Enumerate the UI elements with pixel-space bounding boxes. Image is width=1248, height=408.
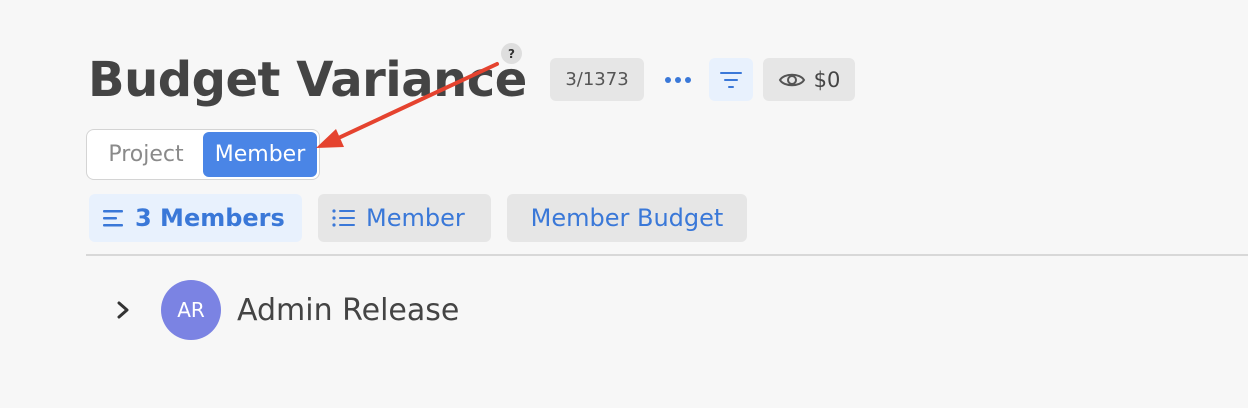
view-toggle: Project Member [86, 129, 320, 180]
avatar: AR [161, 280, 221, 340]
member-column-chip[interactable]: Member [318, 194, 491, 242]
page-title: Budget Variance [88, 52, 527, 108]
table-row[interactable]: AR Admin Release [100, 278, 459, 342]
help-icon[interactable]: ? [501, 43, 522, 64]
members-chip-label: 3 Members [135, 204, 285, 232]
members-group-chip[interactable]: 3 Members [89, 194, 302, 242]
more-options-button[interactable] [656, 58, 700, 101]
visibility-button[interactable]: $0 [763, 58, 855, 101]
toggle-option-member[interactable]: Member [203, 132, 317, 177]
toggle-option-project[interactable]: Project [89, 132, 203, 177]
budget-variance-page: Budget Variance ? 3/1373 $0 Project Memb… [0, 0, 1248, 408]
row-name: Admin Release [237, 292, 460, 328]
count-badge: 3/1373 [550, 58, 644, 101]
eye-icon [778, 73, 805, 86]
chevron-right-icon[interactable] [100, 287, 146, 333]
member-chip-label: Member [366, 204, 465, 232]
more-horizontal-icon [665, 76, 691, 83]
filter-button[interactable] [709, 58, 753, 101]
visibility-value: $0 [813, 67, 841, 92]
list-icon [332, 209, 355, 227]
section-divider [86, 254, 1248, 256]
lines-icon [103, 210, 123, 227]
member-budget-chip-label: Member Budget [530, 204, 724, 232]
filter-icon [720, 71, 742, 88]
member-budget-chip[interactable]: Member Budget [507, 194, 747, 242]
